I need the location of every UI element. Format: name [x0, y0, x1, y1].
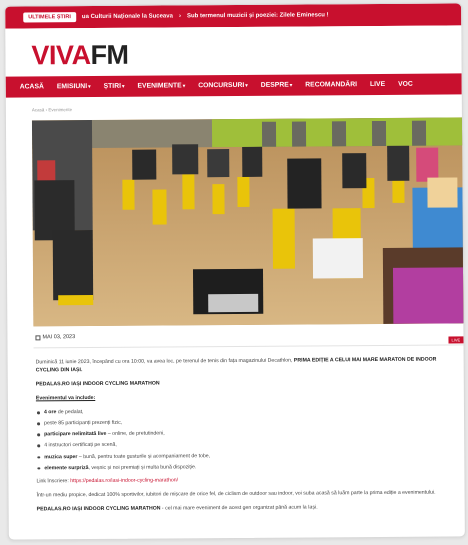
- featured-image: [31, 117, 466, 327]
- includes-list: 4 ore de pedalat, peste 85 participanți …: [36, 406, 460, 472]
- nav-label: DESPRE: [260, 81, 289, 89]
- nav-label: ȘTIRI: [103, 82, 122, 90]
- list-item: participare nelimitată live – online, de…: [36, 428, 460, 439]
- nav-label: EVENIMENTE: [137, 82, 182, 90]
- nav-item-live[interactable]: LIVE: [370, 81, 385, 88]
- breaking-news-ticker: ULTIMELE ȘTIRI ua Culturii Naționale la …: [5, 3, 462, 29]
- nav-item-evenimente[interactable]: EVENIMENTE ▾: [137, 82, 185, 89]
- category-tag[interactable]: LIVE: [448, 336, 464, 344]
- closing-text: - cel mai mare eveniment de acest gen or…: [160, 504, 318, 512]
- logo-fm: FM: [90, 39, 129, 71]
- list-item-text: – bună, pentru toate gusturile și acompa…: [77, 452, 211, 460]
- nav-item-stiri[interactable]: ȘTIRI ▾: [104, 83, 125, 90]
- calendar-icon: [35, 334, 41, 340]
- nav-label: LIVE: [369, 80, 386, 89]
- nav-item-emisiuni[interactable]: EMISIUNI ▾: [57, 83, 91, 90]
- logo-viva: VIVA: [31, 40, 91, 71]
- site-header: VIVAFM: [5, 25, 462, 77]
- closing-paragraph: PEDALAS.RO IAȘI INDOOR CYCLING MARATHON …: [37, 502, 461, 513]
- breadcrumb[interactable]: Acasă › Evenimente: [32, 107, 72, 112]
- nav-item-voc[interactable]: VOC: [398, 81, 413, 88]
- chevron-down-icon: ▾: [289, 82, 293, 89]
- list-item-bold: elemente surpriză: [44, 464, 89, 471]
- nav-label: VOC: [398, 80, 413, 88]
- list-item-text: – online, de pretutindeni,: [106, 430, 165, 438]
- nav-item-despre[interactable]: DESPRE ▾: [261, 82, 293, 89]
- article-subtitle: PEDALAS.RO IAȘI INDOOR CYCLING MARATHON: [35, 380, 160, 388]
- nav-label: ACASĂ: [19, 83, 44, 91]
- indoor-cycling-photo: [31, 117, 466, 327]
- list-item: muzica super – bună, pentru toate gustur…: [36, 450, 460, 461]
- list-item: 4 instructori certificați pe scenă,: [36, 439, 460, 450]
- register-link[interactable]: https://pedalas.ro/iasi-indoor-cycling-m…: [70, 477, 178, 484]
- register-line: Link înscriere: https://pedalas.ro/iasi-…: [36, 474, 460, 485]
- nav-item-recomandari[interactable]: RECOMANDĂRI: [305, 81, 357, 88]
- nav-label: RECOMANDĂRI: [305, 81, 358, 89]
- divider: [33, 344, 466, 349]
- ticker-item[interactable]: Sub termenul muzicii și poeziei: Zilele …: [187, 12, 329, 19]
- chevron-down-icon: ▾: [121, 83, 125, 90]
- list-item-bold: participare nelimitată live: [44, 431, 107, 438]
- page-card: ULTIMELE ȘTIRI ua Culturii Naționale la …: [4, 2, 466, 541]
- site-logo[interactable]: VIVAFM: [31, 39, 129, 71]
- nav-label: CONCURSURI: [198, 81, 245, 90]
- breaking-news-badge: ULTIMELE ȘTIRI: [23, 12, 76, 23]
- nav-item-acasa[interactable]: ACASĂ: [20, 83, 44, 90]
- list-item-text: , veșnic și noi premiați și multa bună d…: [88, 463, 197, 471]
- second-paragraph: Într-un mediu propice, dedicat 100% spor…: [36, 489, 436, 499]
- includes-heading: Evenimentul va include:: [35, 395, 96, 402]
- article-body: Duminică 11 iunie 2023, începând cu ora …: [36, 355, 461, 519]
- chevron-down-icon: ▾: [88, 83, 91, 90]
- intro-text: Duminică 11 iunie 2023, începând cu ora …: [35, 357, 294, 366]
- post-date: MAI 03, 2023: [42, 334, 76, 341]
- nav-item-concursuri[interactable]: CONCURSURI ▾: [198, 82, 248, 89]
- list-item-bold: 4 ore: [43, 409, 57, 416]
- register-label: Link înscriere:: [36, 477, 71, 485]
- main-navigation: ACASĂ EMISIUNI ▾ ȘTIRI ▾ EVENIMENTE ▾ CONCU…: [5, 73, 462, 98]
- post-meta: MAI 03, 2023: [35, 334, 75, 340]
- list-item: peste 85 participanți prezenți fizic,: [36, 417, 460, 428]
- nav-label: EMISIUNI: [56, 83, 88, 91]
- ticker-item[interactable]: ua Culturii Naționale la Suceava: [82, 13, 173, 20]
- list-item-text: de pedalat,: [56, 409, 84, 416]
- list-item-bold: muzica super: [44, 453, 78, 460]
- list-item: 4 ore de pedalat,: [36, 406, 460, 417]
- chevron-down-icon: ▾: [182, 82, 186, 89]
- ticker-separator: ›: [178, 13, 181, 20]
- closing-bold-text: PEDALAS.RO IAȘI INDOOR CYCLING MARATHON: [36, 505, 161, 513]
- list-item-text: 4 instructori certificați pe scenă,: [44, 442, 117, 449]
- intro-paragraph: Duminică 11 iunie 2023, începând cu ora …: [36, 355, 460, 374]
- list-item-text: peste 85 participanți prezenți fizic,: [44, 420, 123, 427]
- chevron-down-icon: ▾: [245, 82, 248, 89]
- list-item: elemente surpriză, veșnic și noi premiaț…: [36, 461, 460, 472]
